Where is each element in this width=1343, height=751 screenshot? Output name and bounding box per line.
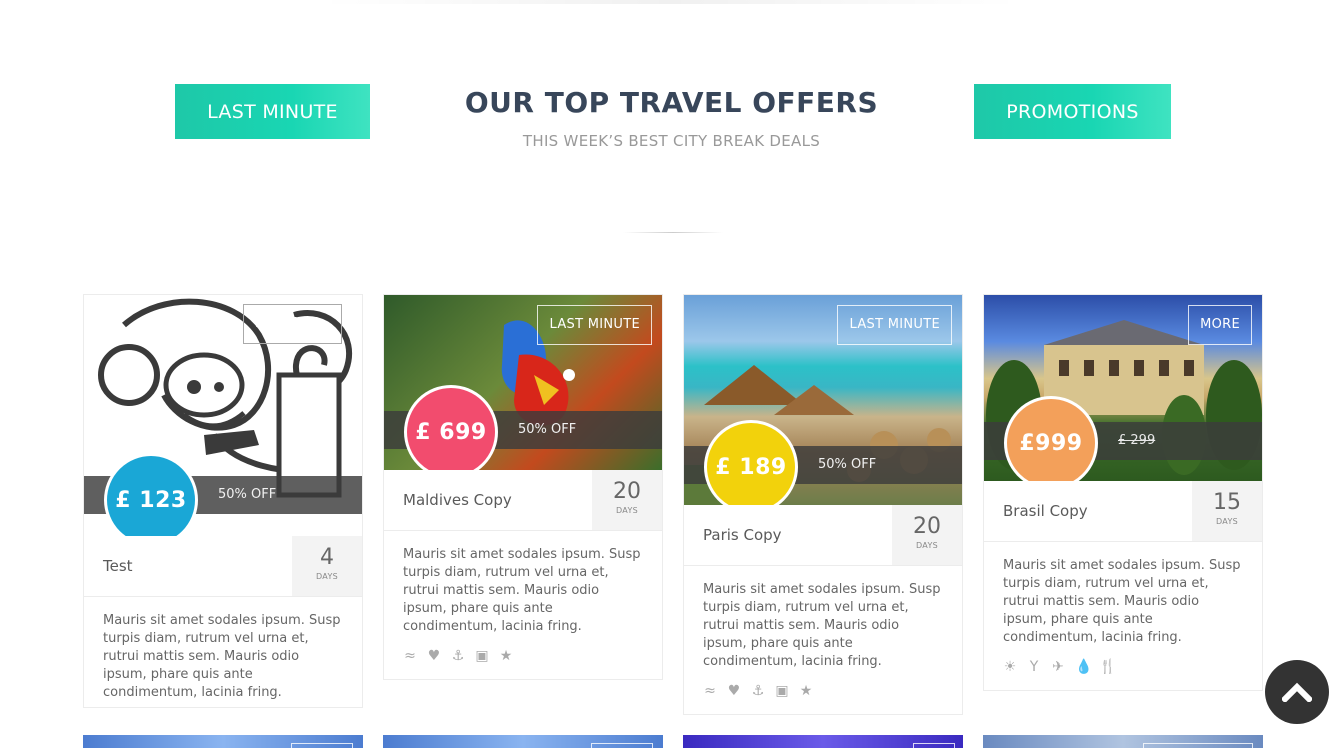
star-icon[interactable]: ★ <box>799 683 813 699</box>
wind-icon[interactable]: ≈ <box>703 683 717 699</box>
offer-card-partial[interactable] <box>83 735 363 751</box>
offer-image[interactable]: MORE £ 299 £999 <box>984 295 1262 481</box>
offer-card-test[interactable]: LAST MIN 50% OFF £ 123 Test 4 DAYS Mauri… <box>83 294 363 708</box>
offer-title[interactable]: Test <box>103 536 133 596</box>
duration-box: 15 DAYS <box>1192 481 1262 541</box>
duration-days: 20 <box>613 479 641 504</box>
price-badge: £999 <box>1004 396 1098 481</box>
anchor-icon[interactable]: ⚓ <box>751 683 765 699</box>
offer-description: Mauris sit amet sodales ipsum. Susp turp… <box>1003 558 1241 645</box>
offer-image[interactable]: LAST MINUTE 50% OFF £ 699 <box>384 295 662 470</box>
duration-box: 20 DAYS <box>892 505 962 565</box>
drop-icon[interactable]: 💧 <box>1075 659 1092 675</box>
gift-icon[interactable]: ▣ <box>475 648 489 664</box>
chevron-up-icon <box>1282 682 1312 702</box>
section-divider <box>623 232 723 233</box>
offer-tag[interactable]: LAST MIN <box>243 304 342 344</box>
amenity-icons: ☀ Y ✈ 💧 🍴 <box>984 647 1262 690</box>
duration-label: DAYS <box>915 541 939 550</box>
duration-box: 20 DAYS <box>592 470 662 530</box>
amenity-icons: ≈ ♥ ⚓ ▣ ★ <box>384 636 662 679</box>
gift-icon[interactable]: ▣ <box>775 683 789 699</box>
offer-description: Mauris sit amet sodales ipsum. Susp turp… <box>403 547 641 634</box>
wind-icon[interactable]: ≈ <box>403 648 417 664</box>
offer-title-row: Test 4 DAYS <box>84 536 362 597</box>
offer-tag[interactable] <box>1143 743 1253 751</box>
offer-title-row: Maldives Copy 20 DAYS <box>384 470 662 531</box>
price-badge: £ 189 <box>704 420 798 505</box>
amenity-icons: ≈ ♥ ⚓ ▣ ★ <box>684 671 962 714</box>
star-icon[interactable]: ★ <box>499 648 513 664</box>
offer-card-partial[interactable] <box>683 735 963 751</box>
offer-tag[interactable] <box>913 743 955 751</box>
offer-tag[interactable] <box>291 743 353 751</box>
offer-tag[interactable] <box>591 743 653 751</box>
duration-label: DAYS <box>615 506 639 515</box>
offer-tag[interactable]: LAST MINUTE <box>837 305 952 345</box>
cutlery-icon[interactable]: 🍴 <box>1099 659 1116 675</box>
duration-days: 15 <box>1213 490 1241 515</box>
offer-title[interactable]: Paris Copy <box>703 505 782 565</box>
offer-card-brasil[interactable]: MORE £ 299 £999 Brasil Copy 15 DAYS Maur… <box>983 294 1263 691</box>
offer-title-row: Brasil Copy 15 DAYS <box>984 481 1262 542</box>
cocktail-icon[interactable]: Y <box>1027 659 1041 675</box>
price-badge: £ 699 <box>404 385 498 470</box>
duration-label: DAYS <box>315 572 339 581</box>
anchor-icon[interactable]: ⚓ <box>451 648 465 664</box>
offer-card-partial[interactable] <box>383 735 663 751</box>
sun-icon[interactable]: ☀ <box>1003 659 1017 675</box>
offer-title-row: Paris Copy 20 DAYS <box>684 505 962 566</box>
offer-title[interactable]: Brasil Copy <box>1003 481 1088 541</box>
promotions-button[interactable]: PROMOTIONS <box>974 84 1171 139</box>
offer-card-partial[interactable] <box>983 735 1263 751</box>
scroll-to-top-button[interactable] <box>1265 660 1329 724</box>
offer-card-maldives[interactable]: LAST MINUTE 50% OFF £ 699 Maldives Copy … <box>383 294 663 680</box>
price-badge: £ 123 <box>104 453 198 536</box>
discount-label: 50% OFF <box>818 457 877 472</box>
old-price-label: £ 299 <box>1118 433 1156 448</box>
duration-label: DAYS <box>1215 517 1239 526</box>
offer-title[interactable]: Maldives Copy <box>403 470 512 530</box>
duration-days: 4 <box>320 545 334 570</box>
offer-image[interactable]: LAST MINUTE 50% OFF £ 189 <box>684 295 962 505</box>
offer-card-paris[interactable]: LAST MINUTE 50% OFF £ 189 Paris Copy 20 … <box>683 294 963 715</box>
offer-tag[interactable]: MORE <box>1188 305 1252 345</box>
plane-icon[interactable]: ✈ <box>1051 659 1065 675</box>
top-fade-edge <box>320 0 1020 4</box>
offer-description: Mauris sit amet sodales ipsum. Susp turp… <box>703 582 941 669</box>
offer-tag[interactable]: LAST MINUTE <box>537 305 652 345</box>
discount-label: 50% OFF <box>518 422 577 437</box>
heart-icon[interactable]: ♥ <box>727 683 741 699</box>
offer-description: Mauris sit amet sodales ipsum. Susp turp… <box>103 613 341 700</box>
discount-label: 50% OFF <box>218 487 277 502</box>
offer-image[interactable]: LAST MIN 50% OFF £ 123 <box>84 295 362 536</box>
duration-box: 4 DAYS <box>292 536 362 596</box>
duration-days: 20 <box>913 514 941 539</box>
heart-icon[interactable]: ♥ <box>427 648 441 664</box>
